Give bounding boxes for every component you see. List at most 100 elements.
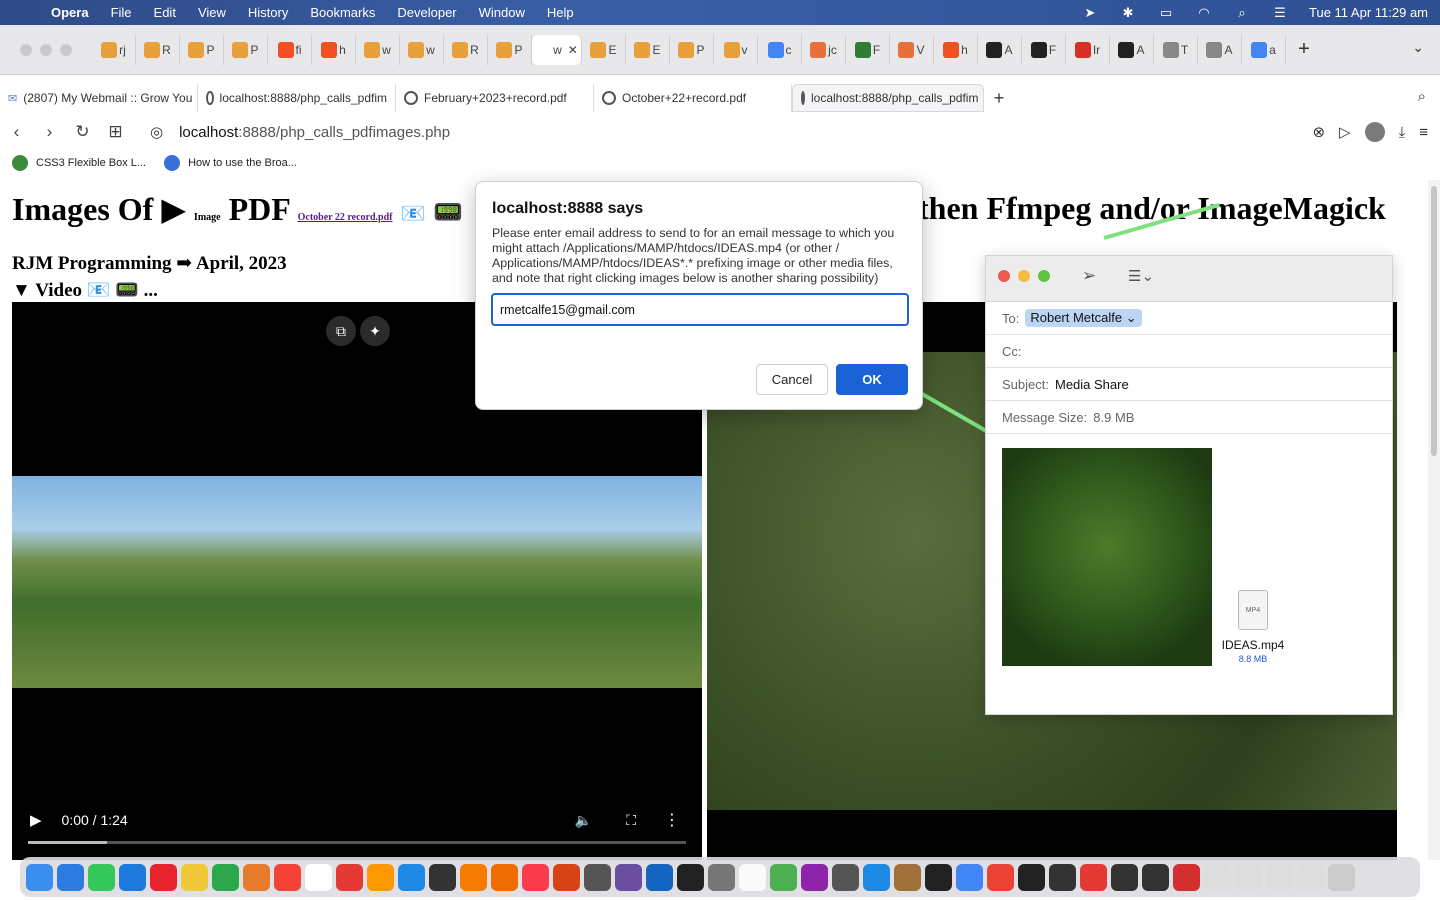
send-paper-plane-icon[interactable]: ➢: [1082, 266, 1096, 286]
pinned-tab[interactable]: v: [714, 34, 758, 65]
menubar-clock[interactable]: Tue 11 Apr 11:29 am: [1309, 5, 1428, 20]
location-icon[interactable]: ➤: [1081, 5, 1099, 21]
bookmark-css3-flexbox[interactable]: CSS3 Flexible Box L...: [12, 155, 146, 171]
easy-setup-icon[interactable]: ≡: [1419, 124, 1428, 141]
new-tab-button[interactable]: +: [1286, 38, 1322, 61]
profile-avatar[interactable]: [1364, 122, 1385, 142]
pinned-tab[interactable]: A: [1110, 34, 1154, 65]
adblock-shield-icon[interactable]: ⊗: [1312, 123, 1325, 141]
battery-icon[interactable]: ▭: [1157, 5, 1175, 21]
dock-app-icon[interactable]: [150, 863, 177, 891]
dock-app-icon[interactable]: [305, 863, 332, 891]
pinned-tab[interactable]: c: [758, 34, 802, 65]
dock-app-icon[interactable]: [274, 863, 301, 891]
dock-app-icon[interactable]: [119, 863, 146, 891]
dock-app-icon[interactable]: [398, 863, 425, 891]
dock-app-icon[interactable]: [26, 863, 53, 891]
dock-app-icon[interactable]: [429, 863, 456, 891]
dock-app-icon[interactable]: [1235, 863, 1262, 891]
url-field[interactable]: localhost:8888/php_calls_pdfimages.php: [179, 124, 450, 141]
dock-app-icon[interactable]: [987, 863, 1014, 891]
mail-subject-row[interactable]: Subject: Media Share: [986, 368, 1392, 401]
dock-app-icon[interactable]: [367, 863, 394, 891]
tab-webmail[interactable]: ✉ (2807) My Webmail :: Grow You: [0, 84, 198, 112]
dock-app-icon[interactable]: [57, 863, 84, 891]
mail-zoom-button[interactable]: [1038, 270, 1050, 282]
window-close-button[interactable]: [20, 43, 32, 56]
mail-close-button[interactable]: [998, 270, 1010, 282]
back-arrow-icon[interactable]: ‹: [0, 122, 33, 142]
pinned-tab[interactable]: P: [670, 34, 714, 65]
pinned-tab[interactable]: jc: [802, 34, 846, 65]
dock-app-icon[interactable]: [615, 863, 642, 891]
spotlight-search-icon[interactable]: ⌕: [1233, 5, 1251, 21]
dock-app-icon[interactable]: [1018, 863, 1045, 891]
dock-app-icon[interactable]: [88, 863, 115, 891]
dock-app-icon[interactable]: [181, 863, 208, 891]
tab-search-icon[interactable]: ⌕: [1418, 88, 1426, 105]
mail-minimize-button[interactable]: [1018, 270, 1030, 282]
dock-app-icon[interactable]: [212, 863, 239, 891]
bookmark-broadcast-howto[interactable]: How to use the Broa...: [164, 155, 297, 171]
dock-app-icon[interactable]: [460, 863, 487, 891]
pinned-tab[interactable]: fi: [268, 34, 312, 65]
pinned-tab[interactable]: E: [582, 34, 626, 65]
dock-app-icon[interactable]: [1204, 863, 1231, 891]
ok-button[interactable]: OK: [836, 364, 908, 395]
pinned-tab[interactable]: R: [444, 34, 488, 65]
pinned-tab[interactable]: rj: [92, 34, 136, 65]
sparkle-ai-icon[interactable]: ✦: [360, 316, 390, 346]
pinned-tab[interactable]: h: [934, 34, 978, 65]
dock-app-icon[interactable]: [584, 863, 611, 891]
menu-help[interactable]: Help: [536, 5, 585, 20]
pinned-tab[interactable]: h: [312, 34, 356, 65]
video-details-summary[interactable]: ▼ Video 📧 📟 ...: [12, 278, 158, 302]
dock-app-icon[interactable]: [1266, 863, 1293, 891]
tab-localhost-1[interactable]: localhost:8888/php_calls_pdfim: [198, 84, 396, 112]
dock-app-icon[interactable]: [553, 863, 580, 891]
send-to-flow-icon[interactable]: ▷: [1339, 123, 1351, 141]
pinned-tab[interactable]: w ✕: [532, 34, 582, 65]
pinned-tab[interactable]: F: [1022, 34, 1066, 65]
bluetooth-icon[interactable]: ✱: [1119, 5, 1137, 21]
cancel-button[interactable]: Cancel: [756, 364, 828, 395]
close-tab-icon[interactable]: ✕: [568, 43, 578, 57]
download-icon[interactable]: ⤓: [1399, 124, 1406, 141]
menu-app[interactable]: Opera: [40, 5, 100, 20]
dock-app-icon[interactable]: [1111, 863, 1138, 891]
wifi-icon[interactable]: ◠: [1195, 5, 1213, 21]
mp4-file-icon[interactable]: MP4: [1238, 590, 1268, 630]
window-minimize-button[interactable]: [40, 43, 52, 56]
window-zoom-button[interactable]: [60, 43, 72, 56]
scrollbar-thumb[interactable]: [1431, 186, 1437, 456]
control-center-icon[interactable]: ☰: [1271, 5, 1289, 21]
menu-window[interactable]: Window: [468, 5, 536, 20]
pinned-tab[interactable]: w: [356, 34, 400, 65]
dock-app-icon[interactable]: [894, 863, 921, 891]
dock-app-icon[interactable]: [677, 863, 704, 891]
dock-app-icon[interactable]: [956, 863, 983, 891]
volume-icon[interactable]: 🔈: [575, 812, 592, 829]
dock-app-icon[interactable]: [1142, 863, 1169, 891]
pinned-tab[interactable]: R: [136, 34, 180, 65]
menu-history[interactable]: History: [237, 5, 299, 20]
pager-emoji-icon[interactable]: 📟: [433, 200, 463, 226]
dock-app-icon[interactable]: [1049, 863, 1076, 891]
site-info-globe-icon[interactable]: ◎: [150, 123, 163, 141]
pinned-tab[interactable]: P: [488, 34, 532, 65]
video-progress-bar[interactable]: [28, 841, 686, 844]
dock-app-icon[interactable]: [491, 863, 518, 891]
page-scrollbar[interactable]: [1428, 180, 1440, 860]
fullscreen-icon[interactable]: ⛶: [626, 812, 636, 829]
pdf-link[interactable]: October 22 record.pdf: [298, 212, 393, 223]
menu-view[interactable]: View: [187, 5, 237, 20]
tab-menu-chevron-icon[interactable]: ⌄: [1412, 39, 1424, 56]
pinned-tab[interactable]: A: [1198, 34, 1242, 65]
pinned-tab[interactable]: a: [1242, 34, 1286, 65]
dock-app-icon[interactable]: [336, 863, 363, 891]
tab-february-pdf[interactable]: February+2023+record.pdf: [396, 84, 594, 112]
pinned-tab[interactable]: Ir: [1066, 34, 1110, 65]
forward-arrow-icon[interactable]: ›: [33, 122, 66, 142]
menu-bookmarks[interactable]: Bookmarks: [299, 5, 386, 20]
pinned-tab[interactable]: w: [400, 34, 444, 65]
